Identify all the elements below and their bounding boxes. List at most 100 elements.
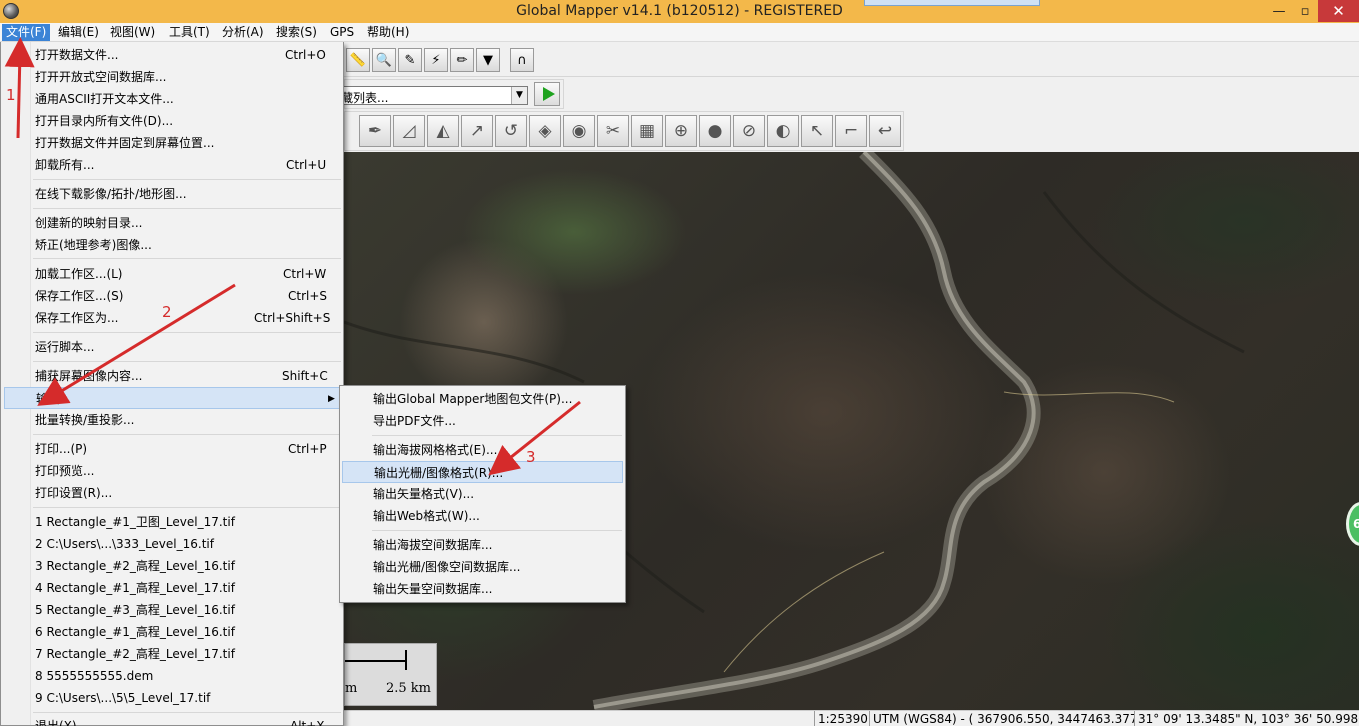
export-elevation-grid[interactable]: 输出海拔网格格式(E)... [342,439,623,461]
menu-recent-file[interactable]: 5 Rectangle_#3_高程_Level_16.tif [4,599,343,621]
selection-rectangle [864,0,1040,6]
edit-pencil-icon[interactable]: ✏ [450,48,474,72]
menu-item-shortcut: Ctrl+P [288,442,327,456]
menu-open-ascii[interactable]: 通用ASCII打开文本文件... [4,88,343,110]
corner-icon[interactable]: ⌐ [835,115,867,147]
shape-remove-icon[interactable]: ◉ [563,115,595,147]
menu-print-preview[interactable]: 打印预览... [4,460,343,482]
menu-analysis[interactable]: 分析(A) [218,24,268,41]
menu-batch-convert[interactable]: 批量转换/重投影... [4,409,343,431]
menu-edit[interactable]: 编辑(E) [54,24,103,41]
split-icon[interactable]: ✂ [597,115,629,147]
menu-gps[interactable]: GPS [326,24,358,41]
tunnel-icon[interactable]: ∩ [510,48,534,72]
menu-item-label: 输出海拔网格格式(E)... [373,443,498,457]
shape-add-icon[interactable]: ◈ [529,115,561,147]
export-raster-db[interactable]: 输出光栅/图像空间数据库... [342,556,623,578]
menu-bar: 文件(F) 编辑(E) 视图(W) 工具(T) 分析(A) 搜索(S) GPS … [0,23,1359,42]
menu-unload-all[interactable]: 卸载所有... Ctrl+U [4,154,343,176]
ruler-icon[interactable]: 📏 [346,48,370,72]
menu-open-directory[interactable]: 打开目录内所有文件(D)... [4,110,343,132]
menu-item-label: 9 C:\Users\...\5\5_Level_17.tif [35,691,211,705]
close-button[interactable]: ✕ [1318,0,1359,22]
menu-print-setup[interactable]: 打印设置(R)... [4,482,343,504]
menu-exit[interactable]: 退出(X) Alt+X [4,715,343,726]
menu-separator [372,530,622,531]
merge-icon[interactable]: ⊕ [665,115,697,147]
fill-icon[interactable]: ◐ [767,115,799,147]
export-raster-image[interactable]: 输出光栅/图像格式(R)... [342,461,623,483]
grid-icon[interactable]: ▦ [631,115,663,147]
menu-export[interactable]: 输出 ▶ [4,387,343,409]
menu-tools[interactable]: 工具(T) [165,24,214,41]
dropdown-value: 藏列表... [341,91,389,105]
menu-rectify-image[interactable]: 矫正(地理参考)图像... [4,234,343,256]
menu-print[interactable]: 打印...(P) Ctrl+P [4,438,343,460]
menu-open-fixed[interactable]: 打开数据文件并固定到屏幕位置... [4,132,343,154]
draw-area-icon[interactable]: ✎ [398,48,422,72]
menu-item-label: 7 Rectangle_#2_高程_Level_17.tif [35,647,235,661]
menu-item-shortcut: Ctrl+O [285,48,326,62]
menu-save-workspace-as[interactable]: 保存工作区为... Ctrl+Shift+S [4,307,343,329]
layer-down-icon[interactable]: ▼ [476,48,500,72]
export-web[interactable]: 输出Web格式(W)... [342,505,623,527]
menu-recent-file[interactable]: 9 C:\Users\...\5\5_Level_17.tif [4,687,343,709]
menu-item-label: 5 Rectangle_#3_高程_Level_16.tif [35,603,235,617]
cut-area-icon[interactable]: ⊘ [733,115,765,147]
menu-recent-file[interactable]: 8 5555555555.dem [4,665,343,687]
menu-open-data-file[interactable]: 打开数据文件... Ctrl+O [4,44,343,66]
snap-icon[interactable]: ↖ [801,115,833,147]
line-edit-icon[interactable]: ↗ [461,115,493,147]
export-vector[interactable]: 输出矢量格式(V)... [342,483,623,505]
menu-item-label: 创建新的映射目录... [35,216,143,230]
menu-recent-file[interactable]: 6 Rectangle_#1_高程_Level_16.tif [4,621,343,643]
menu-recent-file[interactable]: 3 Rectangle_#2_高程_Level_16.tif [4,555,343,577]
menu-view[interactable]: 视图(W) [106,24,159,41]
export-vector-db[interactable]: 输出矢量空间数据库... [342,578,623,600]
export-gm-package[interactable]: 输出Global Mapper地图包文件(P)... [342,388,623,410]
menu-load-workspace[interactable]: 加载工作区...(L) Ctrl+W [4,263,343,285]
vertex-edit-icon[interactable]: ◿ [393,115,425,147]
toolbar-row-3: ✒ ◿ ◭ ↗ ↺ ◈ ◉ ✂ ▦ ⊕ ● ⊘ ◐ ↖ ⌐ ↩ [344,111,904,151]
menu-help[interactable]: 帮助(H) [363,24,413,41]
minimize-button[interactable]: — [1266,0,1292,22]
tower-icon[interactable]: ⚡ [424,48,448,72]
menu-save-workspace[interactable]: 保存工作区...(S) Ctrl+S [4,285,343,307]
scale-tick [405,650,407,670]
menu-online-download[interactable]: 在线下载影像/拓扑/地形图... [4,183,343,205]
area-edit-icon[interactable]: ◭ [427,115,459,147]
menu-item-label: 打开数据文件并固定到屏幕位置... [35,136,215,150]
menu-item-label: 通用ASCII打开文本文件... [35,92,174,106]
menu-item-label: 打印预览... [35,464,95,478]
maximize-button[interactable]: ▫ [1292,0,1318,22]
menu-item-label: 打开目录内所有文件(D)... [35,114,174,128]
menu-item-shortcut: Ctrl+Shift+S [254,311,331,325]
menu-separator [33,712,341,713]
status-projection: UTM (WGS84) - ( 367906.550, 3447463.377 … [869,711,1134,726]
menu-capture-screen[interactable]: 捕获屏幕图像内容... Shift+C [4,365,343,387]
menu-recent-file[interactable]: 2 C:\Users\...\333_Level_16.tif [4,533,343,555]
menu-file[interactable]: 文件(F) [2,24,51,41]
chevron-down-icon[interactable]: ▼ [511,87,527,104]
menu-item-label: 输出 [36,392,61,406]
rotate-icon[interactable]: ↺ [495,115,527,147]
export-pdf[interactable]: 导出PDF文件... [342,410,623,432]
toolbar-row-1: 📏 🔍 ✎ ⚡ ✏ ▼ ∩ [344,44,1359,77]
menu-item-label: 捕获屏幕图像内容... [35,369,143,383]
menu-item-shortcut: Ctrl+S [288,289,328,303]
menu-create-catalog[interactable]: 创建新的映射目录... [4,212,343,234]
play-icon[interactable] [534,82,560,106]
digitize-icon[interactable]: ✒ [359,115,391,147]
export-elevation-db[interactable]: 输出海拔空间数据库... [342,534,623,556]
menu-recent-file[interactable]: 1 Rectangle_#1_卫图_Level_17.tif [4,511,343,533]
info-icon[interactable]: 🔍 [372,48,396,72]
menu-recent-file[interactable]: 7 Rectangle_#2_高程_Level_17.tif [4,643,343,665]
menu-search[interactable]: 搜索(S) [272,24,321,41]
menu-recent-file[interactable]: 4 Rectangle_#1_高程_Level_17.tif [4,577,343,599]
blob-icon[interactable]: ● [699,115,731,147]
layer-list-dropdown[interactable]: 藏列表... ▼ [338,86,528,105]
menu-item-label: 4 Rectangle_#1_高程_Level_17.tif [35,581,235,595]
undo-icon[interactable]: ↩ [869,115,901,147]
menu-run-script[interactable]: 运行脚本... [4,336,343,358]
menu-open-spatial-db[interactable]: 打开开放式空间数据库... [4,66,343,88]
